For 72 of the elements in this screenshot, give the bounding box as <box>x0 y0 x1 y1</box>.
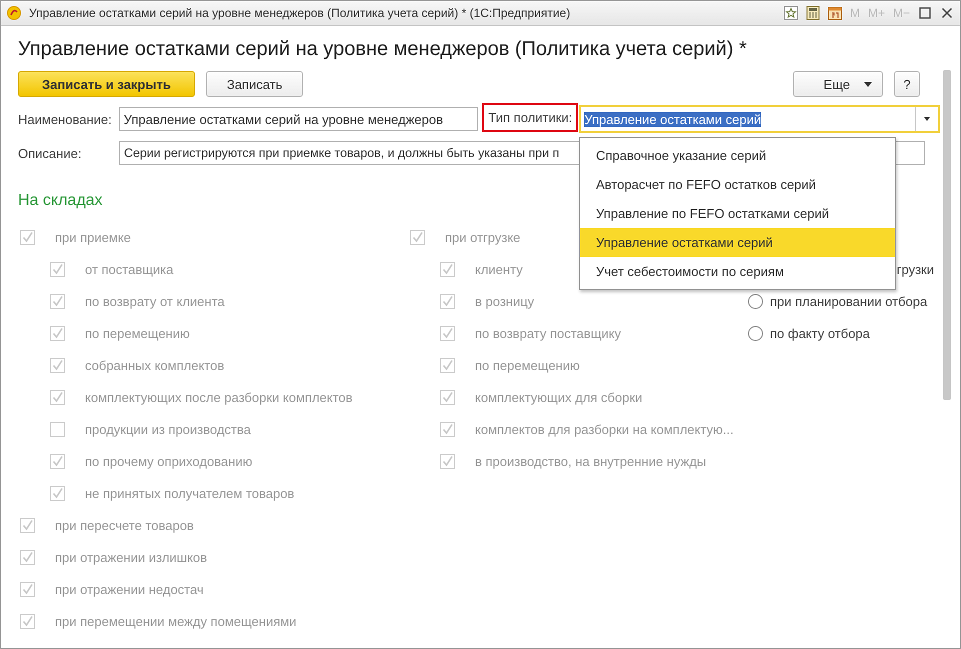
checkbox[interactable] <box>50 262 65 276</box>
checkbox-label: от поставщика <box>85 262 174 276</box>
checkbox[interactable] <box>440 326 455 340</box>
checkbox-label: по возврату от клиента <box>85 294 225 308</box>
checkbox[interactable] <box>20 550 35 564</box>
checkbox-label: по перемещению <box>475 358 580 372</box>
caret-icon[interactable] <box>864 82 872 86</box>
app-logo-icon <box>7 6 21 20</box>
field-label: Описание: <box>18 146 82 160</box>
checkbox[interactable] <box>50 422 65 436</box>
checkbox-label: клиенту <box>475 262 523 276</box>
radio-label: при планировании отбора <box>770 294 928 308</box>
caret-icon[interactable] <box>924 117 930 121</box>
checkbox[interactable] <box>440 358 455 372</box>
radio-label: по факту отбора <box>770 326 870 340</box>
checkbox-label: по прочему оприходованию <box>85 454 252 468</box>
checkbox[interactable] <box>50 326 65 340</box>
checkbox-label: при отражении излишков <box>55 550 208 564</box>
radio-label: грузки <box>896 262 934 276</box>
checkbox-label: комплектов для разборки на комплектую... <box>475 422 734 436</box>
favorite-star-icon[interactable] <box>784 6 798 20</box>
radio-button[interactable] <box>748 294 763 308</box>
name-field[interactable]: Управление остатками серий на уровне менеджеров <box>118 107 478 131</box>
checkbox[interactable] <box>50 390 65 404</box>
calculator-icon[interactable] <box>806 6 820 20</box>
checkbox-label: в розницу <box>475 294 534 308</box>
checkbox[interactable] <box>20 582 35 596</box>
checkbox-label: не принятых получателем товаров <box>85 486 294 500</box>
scroll-thumb[interactable] <box>943 70 951 400</box>
more-button[interactable]: Еще <box>792 71 883 97</box>
checkbox-label: по перемещению <box>85 326 190 340</box>
field-label: Наименование: <box>18 112 113 126</box>
checkbox[interactable] <box>50 358 65 372</box>
checkbox[interactable] <box>440 422 455 436</box>
dropdown-option[interactable]: Управление по FEFO остатками серий <box>580 199 895 228</box>
checkbox[interactable] <box>440 294 455 308</box>
window-title: Управление остатками серий на уровне менеджеров (Политика учета серий) * (1С:Предприятие) <box>29 6 572 20</box>
checkbox-label: собранных комплектов <box>85 358 224 372</box>
dropdown-option[interactable]: Учет себестоимости по сериям <box>580 257 895 286</box>
checkbox[interactable] <box>20 614 35 628</box>
checkbox-label: комплектующих после разборки комплектов <box>85 390 353 404</box>
checkbox-label: продукции из производства <box>85 422 251 436</box>
save-button[interactable]: Записать <box>206 71 304 97</box>
checkbox-label: по возврату поставщику <box>475 326 621 340</box>
section-title: На складах <box>18 192 103 211</box>
help-button[interactable]: ? <box>894 71 920 97</box>
checkbox-label: при пересчете товаров <box>55 518 194 532</box>
checkbox[interactable] <box>440 390 455 404</box>
save-close-button[interactable]: Записать и закрыть <box>18 71 195 97</box>
checkbox[interactable] <box>50 294 65 308</box>
policy-dropdown[interactable]: Управление остатками серий <box>579 105 940 133</box>
checkbox-label: при приемке <box>55 230 131 244</box>
dropdown-option[interactable]: Управление остатками серий <box>580 228 895 257</box>
checkbox[interactable] <box>50 454 65 468</box>
checkbox-label: комплектующих для сборки <box>475 390 642 404</box>
checkbox[interactable] <box>20 518 35 532</box>
field-label: Тип политики: <box>482 102 578 132</box>
radio-button[interactable] <box>748 326 763 340</box>
checkbox[interactable] <box>440 262 455 276</box>
close-icon[interactable] <box>940 6 954 20</box>
dropdown-option[interactable]: Авторасчет по FEFO остатков серий <box>580 170 895 199</box>
checkbox[interactable] <box>410 230 425 244</box>
checkbox-label: при перемещении между помещениями <box>55 614 296 628</box>
calendar-icon[interactable] <box>828 6 842 20</box>
checkbox[interactable] <box>20 230 35 244</box>
checkbox[interactable] <box>440 454 455 468</box>
maximize-icon[interactable] <box>918 6 932 20</box>
checkbox-label: при отгрузке <box>445 230 520 244</box>
form-title: Управление остатками серий на уровне менеджеров (Политика учета серий) * <box>18 38 748 62</box>
checkbox[interactable] <box>50 486 65 500</box>
checkbox-label: при отражении недостач <box>55 582 204 596</box>
checkbox-label: в производство, на внутренние нужды <box>475 454 706 468</box>
